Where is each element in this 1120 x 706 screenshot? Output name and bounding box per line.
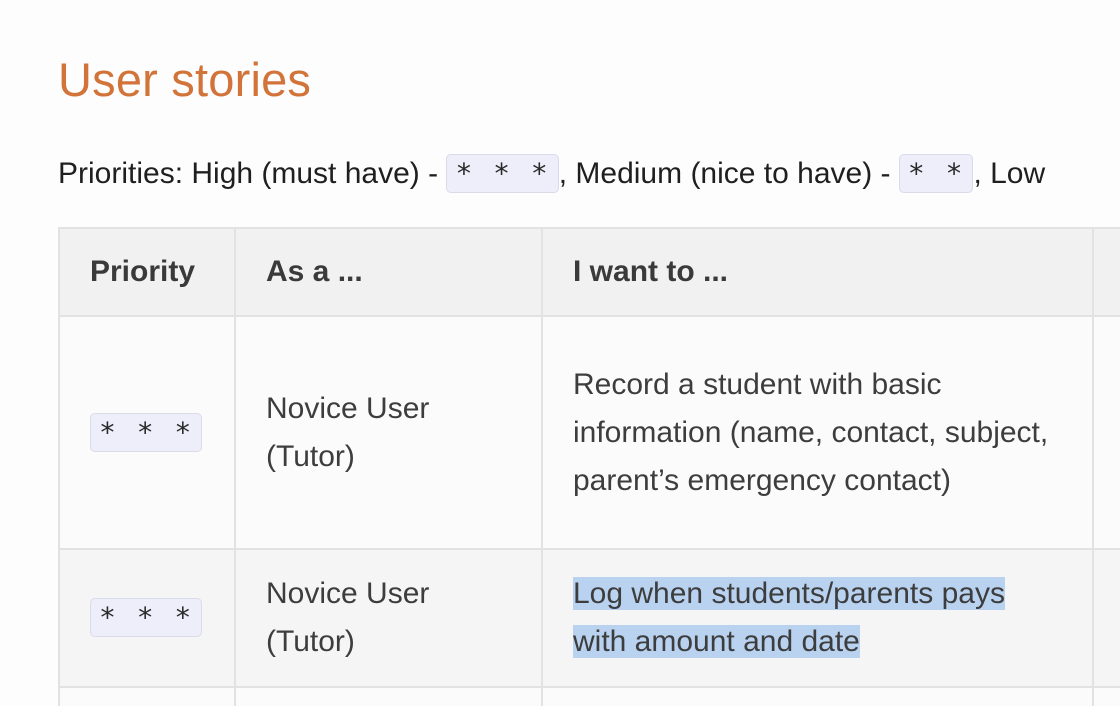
table-row: * * * Novice User (Tutor) Log when stude… bbox=[58, 548, 1120, 688]
priorities-prefix: Priorities: High (must have) - bbox=[58, 157, 447, 190]
i-want-to-cell[interactable]: Record a student with basic information … bbox=[541, 315, 1094, 550]
table-header-row: Priority As a ... I want to ... bbox=[58, 227, 1120, 317]
as-a-cell: Novice User (Tutor) bbox=[234, 548, 543, 688]
priority-high-code: * * * bbox=[446, 154, 559, 193]
priority-code: * * * bbox=[90, 598, 203, 637]
priorities-suffix: , Low bbox=[973, 157, 1046, 190]
priority-cell: * * * bbox=[58, 315, 236, 550]
table-row: * * * Novice User (Tutor) Record a stude… bbox=[58, 315, 1120, 550]
i-want-to-cell-empty bbox=[541, 686, 1094, 706]
page: User stories Priorities: High (must have… bbox=[0, 0, 1120, 706]
user-stories-table: Priority As a ... I want to ... * * * No… bbox=[58, 227, 1120, 706]
priorities-legend: Priorities: High (must have) - * * *, Me… bbox=[58, 152, 1045, 196]
page-title: User stories bbox=[58, 53, 312, 106]
header-as-a: As a ... bbox=[234, 227, 543, 317]
header-priority: Priority bbox=[58, 227, 236, 317]
priority-code: * * * bbox=[90, 412, 203, 452]
as-a-cell: Novice User (Tutor) bbox=[234, 315, 543, 550]
i-want-to-cell[interactable]: Log when students/parents pays with amou… bbox=[541, 548, 1094, 688]
priorities-mid-text: , Medium (nice to have) - bbox=[558, 157, 899, 190]
priority-cell: * * * bbox=[58, 548, 236, 688]
overflow-cell bbox=[1092, 315, 1120, 550]
header-overflow bbox=[1092, 227, 1120, 317]
priority-cell-empty bbox=[58, 686, 236, 706]
as-a-cell-empty bbox=[234, 686, 543, 706]
selected-text[interactable]: Log when students/parents pays with amou… bbox=[573, 577, 1005, 658]
overflow-cell bbox=[1092, 686, 1120, 706]
overflow-cell bbox=[1092, 548, 1120, 688]
priority-medium-code: * * bbox=[898, 154, 974, 193]
header-i-want-to: I want to ... bbox=[541, 227, 1094, 317]
table-row-partial bbox=[58, 686, 1120, 706]
